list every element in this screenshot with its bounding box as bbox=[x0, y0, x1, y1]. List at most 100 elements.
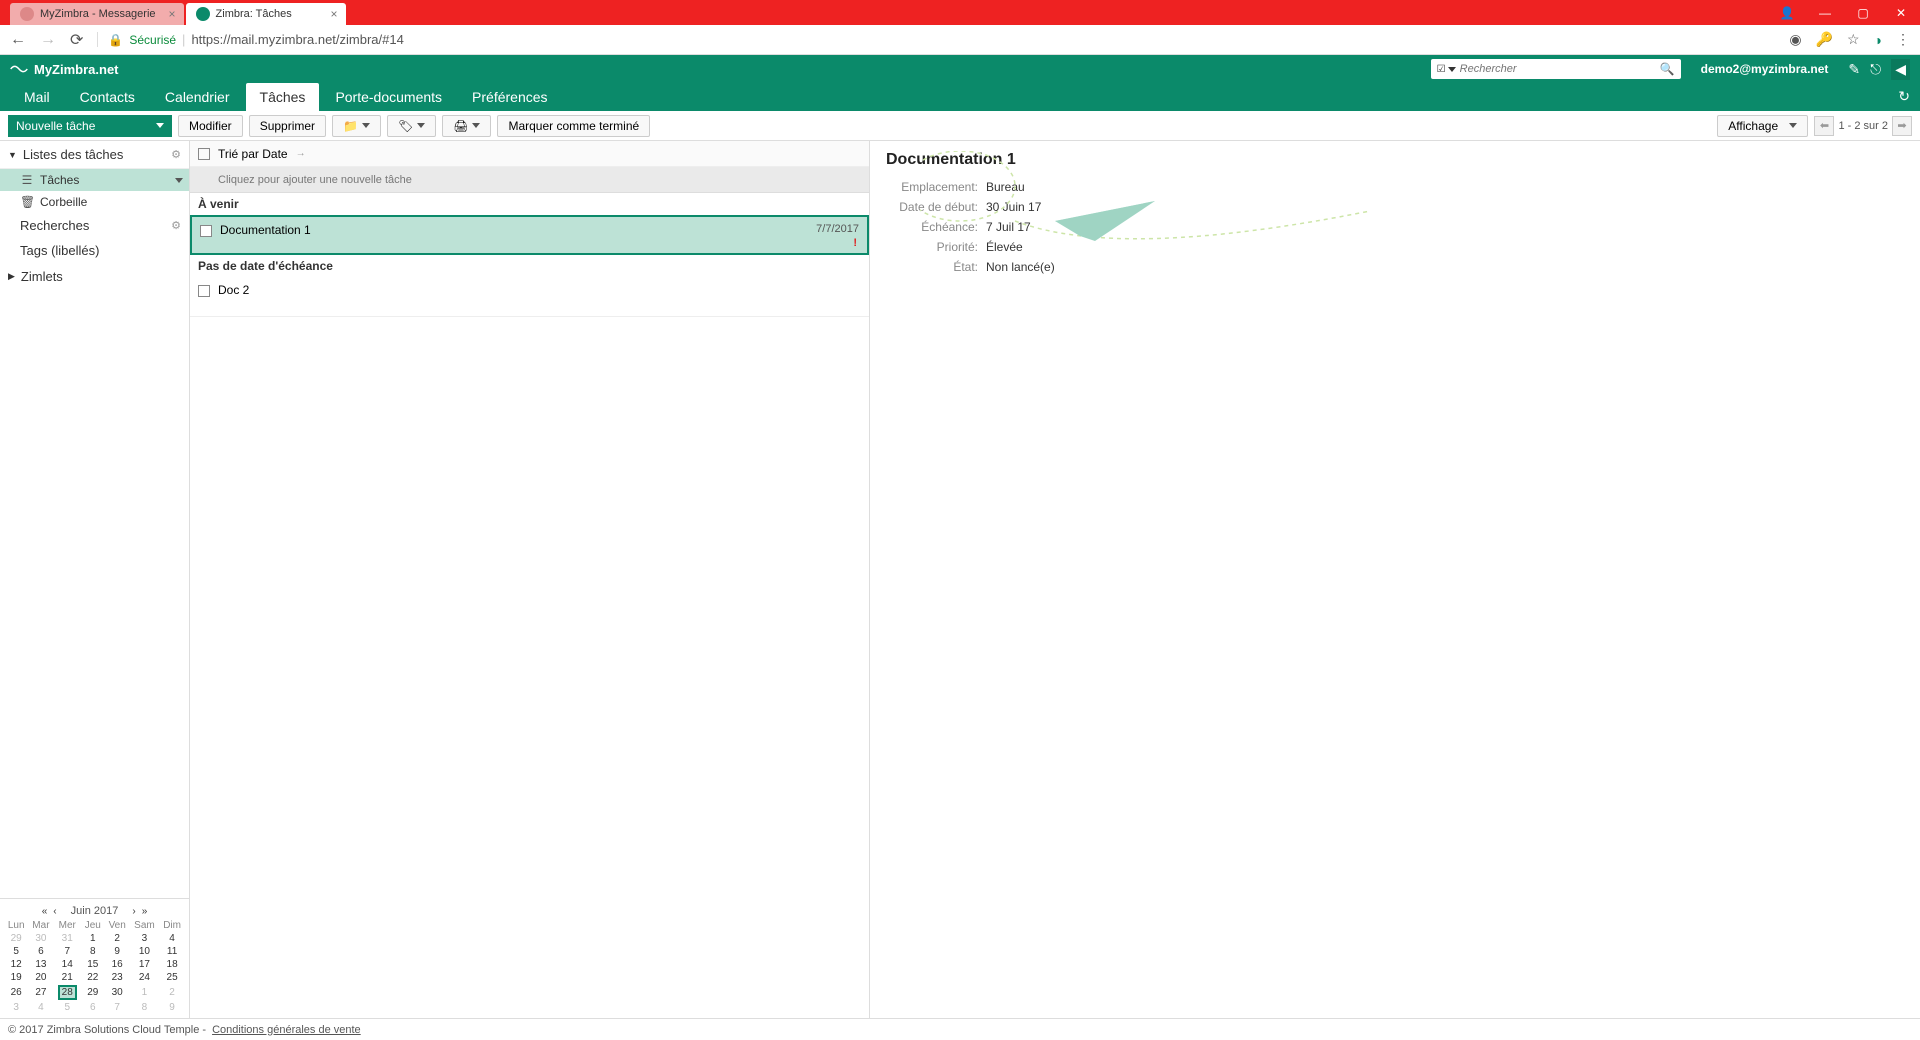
cal-day[interactable]: 27 bbox=[28, 984, 53, 1001]
cal-day[interactable]: 2 bbox=[105, 932, 130, 945]
sidebar-item-trash[interactable]: 🗑 Corbeille bbox=[0, 191, 189, 213]
gear-icon[interactable]: ⚙ bbox=[171, 219, 181, 232]
view-button[interactable]: Affichage bbox=[1717, 115, 1808, 137]
search-box[interactable]: ☑ 🔍 bbox=[1431, 59, 1681, 79]
cal-day[interactable]: 25 bbox=[159, 971, 185, 984]
cal-day[interactable]: 5 bbox=[4, 945, 28, 958]
cal-day[interactable]: 8 bbox=[81, 945, 105, 958]
refresh-icon[interactable]: ↻ bbox=[1888, 82, 1920, 111]
task-list-header[interactable]: Trié par Date → bbox=[190, 141, 869, 167]
sidebar-searches[interactable]: Recherches ⚙ bbox=[0, 213, 189, 238]
cal-day[interactable]: 5 bbox=[53, 1001, 81, 1014]
gear-icon[interactable]: ⚙ bbox=[171, 148, 181, 161]
task-checkbox[interactable] bbox=[200, 225, 212, 237]
nav-tab-mail[interactable]: Mail bbox=[10, 83, 64, 111]
compose-icon[interactable]: ✎ bbox=[1848, 61, 1860, 78]
cal-day[interactable]: 13 bbox=[28, 958, 53, 971]
url-bar[interactable]: 🔒 Sécurisé | https://mail.myzimbra.net/z… bbox=[97, 32, 1775, 47]
cal-day[interactable]: 31 bbox=[53, 932, 81, 945]
nav-tab-tasks[interactable]: Tâches bbox=[246, 83, 320, 111]
task-checkbox[interactable] bbox=[198, 285, 210, 297]
cal-day[interactable]: 17 bbox=[130, 958, 159, 971]
menu-icon[interactable]: ⋮ bbox=[1896, 31, 1910, 48]
prev-page-icon[interactable]: ⬅ bbox=[1814, 116, 1834, 136]
cal-day[interactable]: 9 bbox=[105, 945, 130, 958]
cal-day[interactable]: 6 bbox=[81, 1001, 105, 1014]
cal-day[interactable]: 28 bbox=[53, 984, 81, 1001]
terms-link[interactable]: Conditions générales de vente bbox=[212, 1024, 361, 1036]
edit-button[interactable]: Modifier bbox=[178, 115, 243, 137]
add-task-row[interactable]: Cliquez pour ajouter une nouvelle tâche bbox=[190, 167, 869, 193]
cal-day[interactable]: 7 bbox=[105, 1001, 130, 1014]
cal-day[interactable]: 23 bbox=[105, 971, 130, 984]
maximize-icon[interactable]: ▢ bbox=[1844, 6, 1882, 20]
brand-logo[interactable]: MyZimbra.net bbox=[10, 62, 119, 77]
cal-last-icon[interactable]: » bbox=[142, 906, 148, 917]
sidebar-tags[interactable]: Tags (libellés) bbox=[0, 238, 189, 263]
user-icon[interactable]: 👤 bbox=[1768, 6, 1806, 20]
search-icon[interactable]: 🔍 bbox=[1660, 62, 1675, 76]
chevron-down-icon[interactable] bbox=[175, 178, 183, 183]
cal-day[interactable]: 26 bbox=[4, 984, 28, 1001]
close-icon[interactable]: × bbox=[169, 7, 176, 21]
new-task-button[interactable]: Nouvelle tâche bbox=[8, 115, 172, 137]
cal-day[interactable]: 15 bbox=[81, 958, 105, 971]
cal-first-icon[interactable]: « bbox=[42, 906, 48, 917]
user-label[interactable]: demo2@myzimbra.net bbox=[1701, 62, 1829, 76]
key-icon[interactable]: 🔑 bbox=[1816, 31, 1833, 48]
cal-day[interactable]: 8 bbox=[130, 1001, 159, 1014]
cal-day[interactable]: 29 bbox=[4, 932, 28, 945]
cal-day[interactable]: 21 bbox=[53, 971, 81, 984]
star-icon[interactable]: ☆ bbox=[1847, 31, 1860, 48]
reload-icon[interactable]: ⟳ bbox=[70, 30, 83, 50]
cal-day[interactable]: 4 bbox=[159, 932, 185, 945]
tasklists-header[interactable]: ▼ Listes des tâches ⚙ bbox=[0, 141, 189, 169]
search-scope-icon[interactable]: ☑ bbox=[1437, 64, 1456, 75]
cal-next-icon[interactable]: › bbox=[132, 906, 135, 917]
sort-arrow-icon[interactable]: → bbox=[296, 148, 306, 159]
cal-day[interactable]: 1 bbox=[81, 932, 105, 945]
cal-day[interactable]: 12 bbox=[4, 958, 28, 971]
mark-done-button[interactable]: Marquer comme terminé bbox=[497, 115, 650, 137]
cal-day[interactable]: 3 bbox=[130, 932, 159, 945]
cal-day[interactable]: 16 bbox=[105, 958, 130, 971]
cal-day[interactable]: 10 bbox=[130, 945, 159, 958]
cal-grid[interactable]: LunMarMerJeuVenSamDim2930311234567891011… bbox=[4, 919, 185, 1014]
cal-day[interactable]: 3 bbox=[4, 1001, 28, 1014]
cal-day[interactable]: 18 bbox=[159, 958, 185, 971]
task-row[interactable]: Documentation 17/7/2017! bbox=[190, 215, 869, 255]
browser-tab[interactable]: Zimbra: Tâches × bbox=[186, 3, 346, 25]
logout-icon[interactable]: ⎋ bbox=[1870, 61, 1881, 78]
collapse-icon[interactable]: ◀ bbox=[1891, 59, 1910, 80]
cal-day[interactable]: 4 bbox=[28, 1001, 53, 1014]
forward-icon[interactable]: → bbox=[40, 31, 56, 49]
cal-day[interactable]: 30 bbox=[28, 932, 53, 945]
select-all-checkbox[interactable] bbox=[198, 148, 210, 160]
search-input[interactable] bbox=[1460, 63, 1660, 75]
cal-day[interactable]: 30 bbox=[105, 984, 130, 1001]
cal-day[interactable]: 1 bbox=[130, 984, 159, 1001]
cal-day[interactable]: 14 bbox=[53, 958, 81, 971]
nav-tab-preferences[interactable]: Préférences bbox=[458, 83, 561, 111]
cal-day[interactable]: 11 bbox=[159, 945, 185, 958]
cal-day[interactable]: 9 bbox=[159, 1001, 185, 1014]
eye-icon[interactable]: ◉ bbox=[1789, 31, 1801, 48]
cal-day[interactable]: 7 bbox=[53, 945, 81, 958]
cal-day[interactable]: 24 bbox=[130, 971, 159, 984]
move-button[interactable]: 📁 bbox=[332, 115, 381, 137]
back-icon[interactable]: ← bbox=[10, 31, 26, 49]
close-icon[interactable]: × bbox=[331, 7, 338, 21]
cal-day[interactable]: 29 bbox=[81, 984, 105, 1001]
extension-icon[interactable]: ◑ bbox=[1874, 32, 1882, 48]
minimize-icon[interactable]: — bbox=[1806, 6, 1844, 20]
print-button[interactable]: 🖨 bbox=[442, 115, 491, 137]
close-window-icon[interactable]: ✕ bbox=[1882, 6, 1920, 20]
cal-prev-icon[interactable]: ‹ bbox=[53, 906, 56, 917]
cal-day[interactable]: 6 bbox=[28, 945, 53, 958]
cal-day[interactable]: 20 bbox=[28, 971, 53, 984]
cal-day[interactable]: 22 bbox=[81, 971, 105, 984]
tag-button[interactable]: 🏷 bbox=[387, 115, 436, 137]
nav-tab-contacts[interactable]: Contacts bbox=[66, 83, 149, 111]
next-page-icon[interactable]: ➡ bbox=[1892, 116, 1912, 136]
task-row[interactable]: Doc 2 bbox=[190, 277, 869, 317]
